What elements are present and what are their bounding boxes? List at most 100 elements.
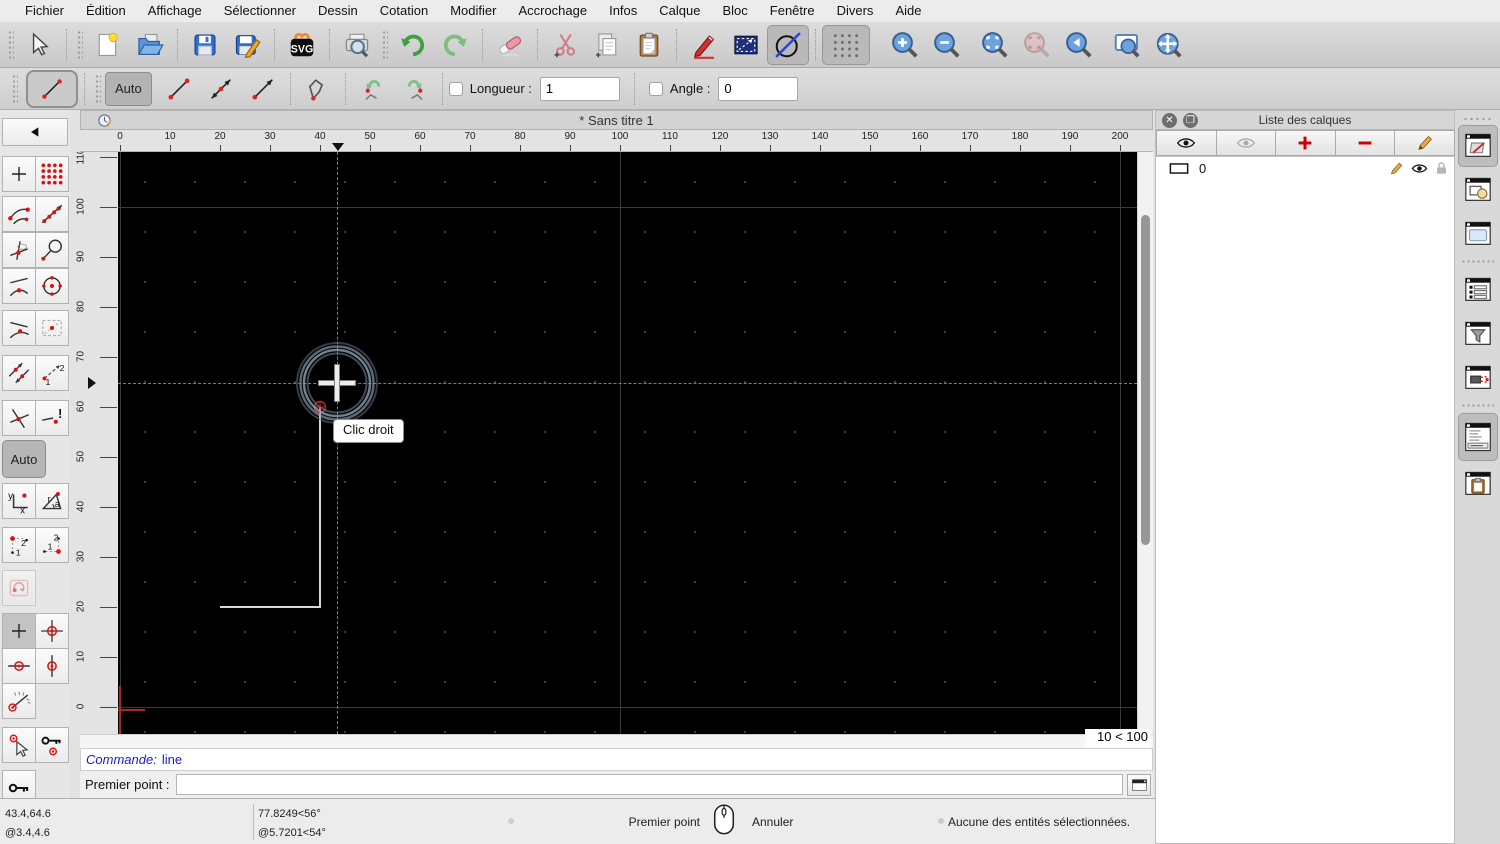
- snap-tangent-button[interactable]: [35, 232, 69, 268]
- relative-point-2-button[interactable]: 12: [35, 527, 69, 563]
- dock-command-widget-button[interactable]: [1457, 413, 1498, 461]
- dock-clipboard-button[interactable]: [1458, 463, 1498, 505]
- snap-parallel-button[interactable]: [2, 355, 36, 391]
- menu-infos[interactable]: Infos: [598, 0, 648, 22]
- menu-cotation[interactable]: Cotation: [369, 0, 439, 22]
- redo-button[interactable]: [434, 25, 476, 65]
- hide-all-layers-button[interactable]: [1215, 130, 1277, 156]
- dock-library-browser-button[interactable]: [1458, 213, 1498, 255]
- toolbar-handle[interactable]: [8, 29, 14, 60]
- dock-entity-list-button[interactable]: [1458, 269, 1498, 311]
- new-drawing-button[interactable]: [87, 25, 129, 65]
- snap-center-button[interactable]: [35, 268, 69, 304]
- layer-row[interactable]: 0: [1156, 157, 1454, 179]
- snap-nearest-button[interactable]: [2, 268, 36, 304]
- two-points-line-button[interactable]: [158, 69, 200, 109]
- pan-zoom-button[interactable]: [1148, 25, 1190, 65]
- auto-snap-mode-button[interactable]: Auto: [105, 71, 152, 106]
- vertical-scrollbar[interactable]: [1137, 152, 1153, 734]
- drawing-window-titlebar[interactable]: * Sans titre 1: [80, 110, 1153, 130]
- angle-checkbox[interactable]: [648, 81, 663, 96]
- zoom-window-button[interactable]: [1106, 25, 1148, 65]
- undo-button[interactable]: [392, 25, 434, 65]
- menu-aide[interactable]: Aide: [884, 0, 932, 22]
- restrict-vertical-button[interactable]: [35, 648, 69, 684]
- toolbar-handle[interactable]: [12, 73, 18, 104]
- edit-layer-button[interactable]: [1394, 130, 1455, 156]
- remove-layer-button[interactable]: [1334, 130, 1396, 156]
- snap-bounding-button[interactable]: [35, 310, 69, 346]
- save-as-button[interactable]: [226, 25, 268, 65]
- drawing-canvas[interactable]: Clic droit: [118, 152, 1137, 734]
- length-checkbox[interactable]: [448, 81, 463, 96]
- menu-calque[interactable]: Calque: [648, 0, 711, 22]
- snap-endpoints-button[interactable]: [2, 196, 36, 232]
- snap-free-button[interactable]: [2, 156, 36, 192]
- save-button[interactable]: [184, 25, 226, 65]
- menu-bloc[interactable]: Bloc: [711, 0, 758, 22]
- dock-block-list-button[interactable]: [1458, 169, 1498, 211]
- active-tool-indicator[interactable]: [26, 69, 78, 108]
- print-preview-button[interactable]: [336, 25, 378, 65]
- horizontal-scrollbar[interactable]: 10 < 100: [80, 729, 1153, 748]
- pick-reference-button[interactable]: [2, 727, 36, 763]
- menu-selectionner[interactable]: Sélectionner: [213, 0, 307, 22]
- back-button[interactable]: [2, 118, 68, 146]
- snap-perpendicular-button[interactable]: [2, 232, 36, 268]
- dock-layer-list-button[interactable]: [1457, 125, 1498, 167]
- snap-intersection-button[interactable]: [2, 400, 36, 436]
- command-dock-toggle-button[interactable]: [1127, 773, 1151, 796]
- set-reference-point-button[interactable]: [35, 613, 69, 649]
- paste-button[interactable]: [628, 25, 670, 65]
- menu-dessin[interactable]: Dessin: [307, 0, 369, 22]
- polyline-button[interactable]: [297, 69, 339, 109]
- dock-filter-button[interactable]: [1458, 313, 1498, 355]
- undo-segment-button[interactable]: [352, 69, 394, 109]
- edit-entity-pen-button[interactable]: [683, 25, 725, 65]
- zoom-in-button[interactable]: [884, 25, 926, 65]
- selection-window-button[interactable]: [725, 25, 767, 65]
- snap-intersection-manual-button[interactable]: !: [35, 400, 69, 436]
- menu-divers[interactable]: Divers: [826, 0, 885, 22]
- layer-visibility-icon[interactable]: [1411, 162, 1428, 175]
- open-drawing-button[interactable]: [129, 25, 171, 65]
- command-input[interactable]: [175, 774, 1123, 795]
- copy-button[interactable]: [586, 25, 628, 65]
- restrict-nothing-button[interactable]: [2, 613, 36, 649]
- menu-fichier[interactable]: Fichier: [14, 0, 75, 22]
- zoom-auto-button[interactable]: [974, 25, 1016, 65]
- toolbar-handle[interactable]: [1463, 115, 1492, 123]
- snap-auto-button[interactable]: Auto: [2, 440, 46, 478]
- restrict-horizontal-button[interactable]: [2, 648, 36, 684]
- snap-relative-points-button[interactable]: 12: [35, 355, 69, 391]
- toolbar-handle[interactable]: [382, 29, 388, 60]
- cut-button[interactable]: [544, 25, 586, 65]
- selection-pointer-button[interactable]: [18, 25, 60, 65]
- line-both-directions-button[interactable]: [200, 69, 242, 109]
- snap-middle-button[interactable]: [2, 310, 36, 346]
- coordinate-polar-button[interactable]: ra: [35, 483, 69, 519]
- snap-on-entity-button[interactable]: [35, 196, 69, 232]
- layer-lock-icon[interactable]: [1435, 161, 1448, 175]
- angle-gauge-button[interactable]: [2, 683, 36, 719]
- show-all-layers-button[interactable]: [1156, 130, 1217, 156]
- zoom-previous-button[interactable]: [1058, 25, 1100, 65]
- delete-entities-button[interactable]: [489, 25, 531, 65]
- toolbar-handle[interactable]: [77, 29, 83, 60]
- lock-relative-zero-button[interactable]: [35, 727, 69, 763]
- zoom-selected-button[interactable]: [1016, 25, 1058, 65]
- add-layer-button[interactable]: [1275, 130, 1336, 156]
- dock-pen-wizard-button[interactable]: [1458, 357, 1498, 399]
- menu-modifier[interactable]: Modifier: [439, 0, 507, 22]
- draft-mode-button[interactable]: [767, 24, 809, 65]
- length-input[interactable]: [539, 76, 620, 101]
- menu-accrochage[interactable]: Accrochage: [507, 0, 598, 22]
- layer-edit-pencil-icon[interactable]: [1389, 161, 1404, 176]
- zoom-out-button[interactable]: [926, 25, 968, 65]
- toolbar-handle[interactable]: [95, 73, 101, 104]
- coordinate-cartesian-button[interactable]: yx: [2, 483, 36, 519]
- redo-segment-button[interactable]: [394, 69, 436, 109]
- grid-toggle-button[interactable]: [822, 24, 870, 65]
- line-one-direction-button[interactable]: [242, 69, 284, 109]
- menu-affichage[interactable]: Affichage: [137, 0, 213, 22]
